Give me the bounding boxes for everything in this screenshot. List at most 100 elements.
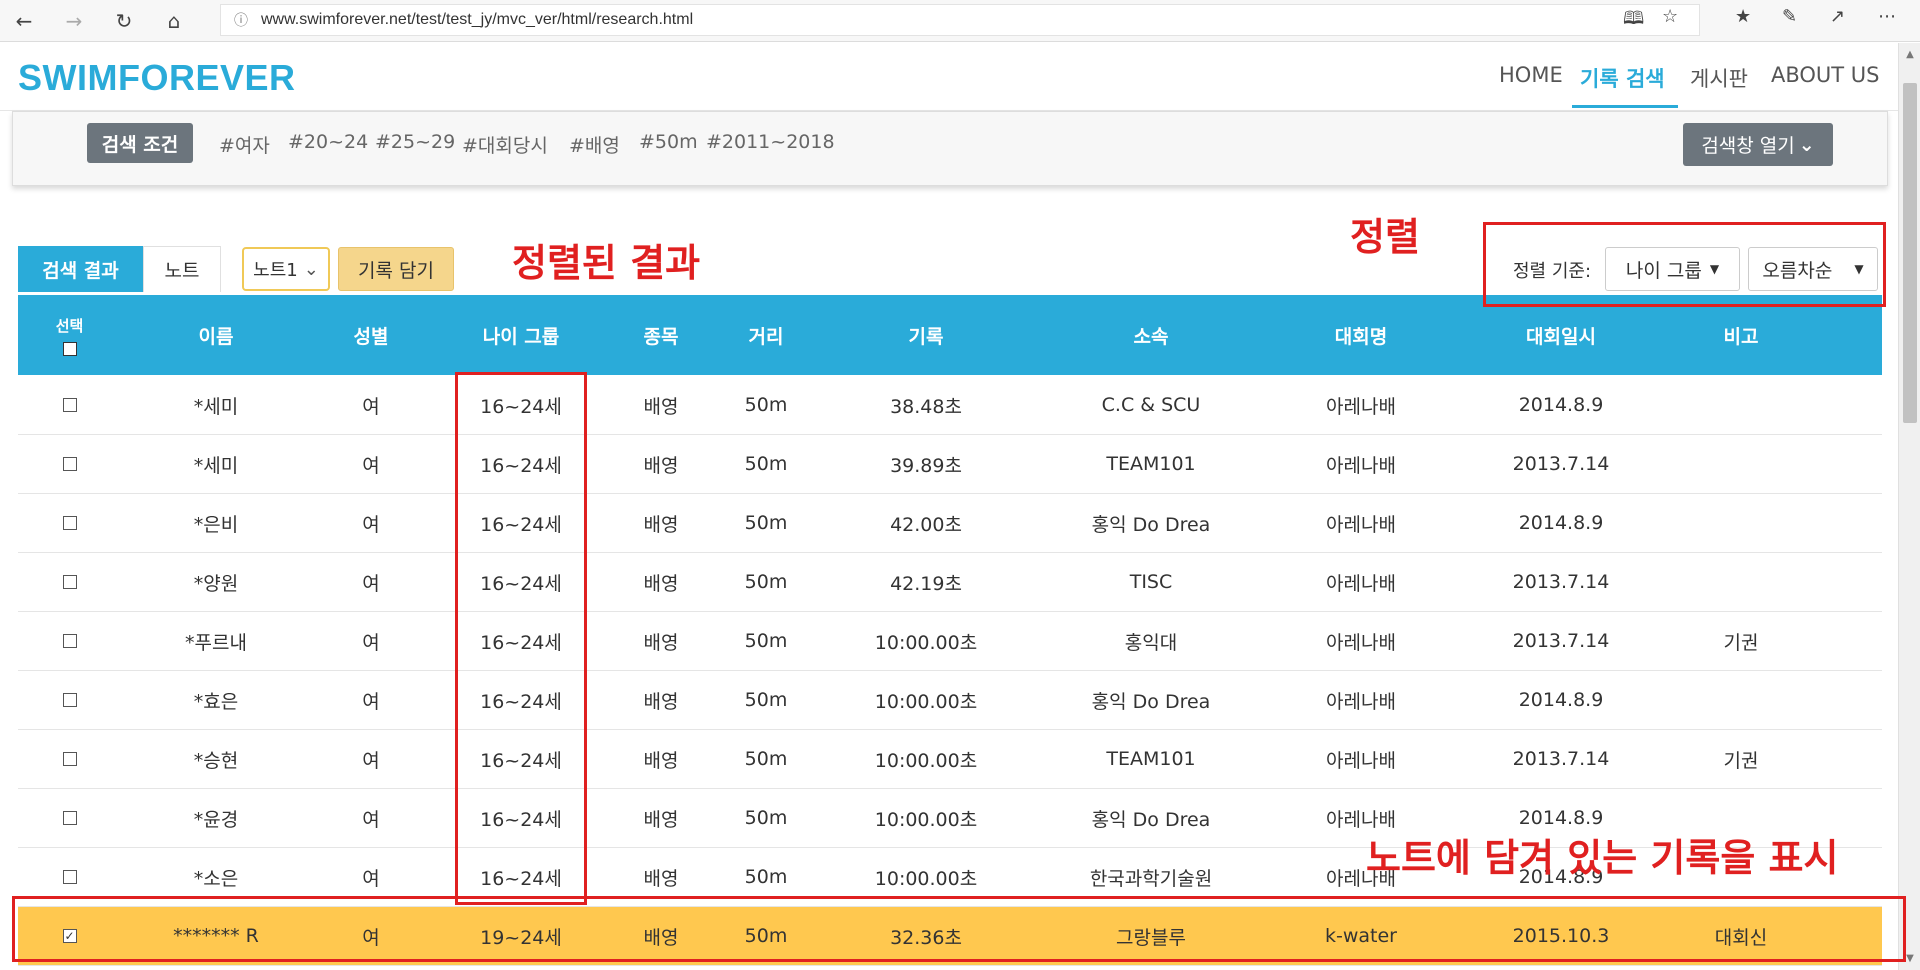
condition-tag: #20~24 (288, 131, 369, 153)
site-header: SWIMFOREVER HOME 기록 검색 게시판 ABOUT US (0, 43, 1898, 111)
browser-toolbar: ← → ↻ ⌂ ⓘ www.swimforever.net/test/test_… (0, 0, 1920, 42)
table-header: 선택 이름 성별 나이 그룹 종목 거리 기록 소속 대회명 대회일시 비고 (18, 295, 1882, 375)
row-checkbox[interactable] (62, 575, 77, 589)
cell-select (18, 730, 121, 788)
pen-icon[interactable]: ✎ (1782, 6, 1797, 27)
nav-board[interactable]: 게시판 (1690, 63, 1748, 93)
cell-event: 배영 (643, 808, 679, 831)
address-bar[interactable]: ⓘ www.swimforever.net/test/test_jy/mvc_v… (220, 4, 1700, 36)
table-row[interactable]: *세미 여 16~24세 배영 50m 38.48초 C.C & SCU 아레나배 2014.8… (18, 376, 1882, 435)
forward-arrow-icon[interactable]: → (60, 7, 88, 35)
condition-tag: #50m (639, 131, 698, 153)
back-arrow-icon[interactable]: ← (10, 7, 38, 35)
scroll-thumb[interactable] (1903, 83, 1917, 423)
condition-tag: #여자 (219, 135, 270, 157)
refresh-icon[interactable]: ↻ (110, 7, 138, 35)
column-header-event[interactable]: 종목 (611, 295, 711, 375)
cell-event: 배영 (643, 690, 679, 713)
cell-record: 10:00.00초 (874, 749, 978, 772)
row-checkbox[interactable] (62, 398, 77, 412)
column-header-age-group[interactable]: 나이 그룹 (431, 295, 611, 375)
select-all-checkbox[interactable] (62, 341, 77, 356)
cell-distance: 50m (744, 453, 788, 475)
cell-team: TEAM101 (1106, 453, 1196, 475)
row-checkbox[interactable] (62, 457, 77, 471)
tab-note[interactable]: 노트 (143, 246, 221, 292)
cell-record: 10:00.00초 (874, 808, 978, 831)
cell-select (18, 435, 121, 493)
cell-note (1671, 671, 1811, 729)
favorites-list-icon[interactable]: ★ (1735, 6, 1751, 27)
reading-view-icon[interactable]: 🕮 (1623, 6, 1644, 36)
add-record-button[interactable]: 기록 담기 (338, 247, 454, 291)
annotation-sort-box (1483, 222, 1886, 307)
chevron-down-icon: ⌄ (303, 258, 319, 280)
scroll-up-icon[interactable]: ▲ (1899, 49, 1920, 60)
page-scrollbar[interactable]: ▲ ▼ (1898, 43, 1920, 970)
column-header-note[interactable]: 비고 (1671, 295, 1811, 375)
cell-event: 배영 (643, 749, 679, 772)
cell-record: 10:00.00초 (874, 631, 978, 654)
cell-name: *양원 (193, 572, 239, 595)
cell-date: 2013.7.14 (1512, 571, 1610, 593)
cell-distance: 50m (744, 689, 788, 711)
cell-event: 배영 (643, 395, 679, 418)
cell-meet: 아레나배 (1326, 572, 1396, 595)
row-checkbox[interactable] (62, 811, 77, 825)
column-header-record[interactable]: 기록 (821, 295, 1031, 375)
cell-name: *효은 (193, 690, 239, 713)
nav-record-search[interactable]: 기록 검색 (1580, 63, 1665, 93)
cell-name: *은비 (193, 513, 239, 536)
condition-tag: #배영 (569, 135, 620, 157)
table-row[interactable]: *양원 여 16~24세 배영 50m 42.19초 TISC 아레나배 2013.7.14 (18, 553, 1882, 612)
row-checkbox[interactable] (62, 634, 77, 648)
cell-record: 39.89초 (890, 454, 962, 477)
cell-name: *푸르내 (185, 631, 247, 654)
share-icon[interactable]: ↗ (1830, 6, 1845, 27)
cell-event: 배영 (643, 454, 679, 477)
column-header-team[interactable]: 소속 (1031, 295, 1271, 375)
table-row[interactable]: *푸르내 여 16~24세 배영 50m 10:00.00초 홍익대 아레나배 2013.7.1… (18, 612, 1882, 671)
table-row[interactable]: *효은 여 16~24세 배영 50m 10:00.00초 홍익 Do Drea 아레나배 20… (18, 671, 1882, 730)
cell-meet: 아레나배 (1326, 395, 1396, 418)
cell-name: *세미 (193, 395, 239, 418)
column-header-gender[interactable]: 성별 (311, 295, 431, 375)
home-icon[interactable]: ⌂ (160, 7, 188, 35)
row-checkbox[interactable] (62, 752, 77, 766)
favorite-star-icon[interactable]: ☆ (1662, 6, 1678, 27)
table-row[interactable]: *은비 여 16~24세 배영 50m 42.00초 홍익 Do Drea 아레나배 2014.… (18, 494, 1882, 553)
cell-record: 38.48초 (890, 395, 962, 418)
cell-meet: 아레나배 (1326, 749, 1396, 772)
nav-home[interactable]: HOME (1499, 63, 1563, 87)
cell-gender: 여 (362, 749, 380, 772)
row-checkbox[interactable] (62, 693, 77, 707)
cell-event: 배영 (643, 513, 679, 536)
cell-distance: 50m (744, 394, 788, 416)
more-icon[interactable]: ⋯ (1878, 6, 1896, 27)
annotation-age-column-box (455, 372, 587, 905)
cell-meet: 아레나배 (1326, 513, 1396, 536)
site-logo[interactable]: SWIMFOREVER (18, 57, 296, 99)
column-header-name[interactable]: 이름 (121, 295, 311, 375)
column-header-date[interactable]: 대회일시 (1451, 295, 1671, 375)
cell-record: 10:00.00초 (874, 690, 978, 713)
cell-event: 배영 (643, 631, 679, 654)
row-checkbox[interactable] (62, 516, 77, 530)
column-header-distance[interactable]: 거리 (711, 295, 821, 375)
annotation-note-records: 노트에 담겨 있는 기록을 표시 (1366, 836, 1839, 880)
cell-gender: 여 (362, 808, 380, 831)
info-icon[interactable]: ⓘ (221, 10, 261, 30)
cell-name: *윤경 (193, 808, 239, 831)
table-row[interactable]: *세미 여 16~24세 배영 50m 39.89초 TEAM101 아레나배 2013.7.1… (18, 435, 1882, 494)
cell-team: TEAM101 (1106, 748, 1196, 770)
row-checkbox[interactable] (62, 870, 77, 884)
column-header-meet[interactable]: 대회명 (1271, 295, 1451, 375)
cell-team: 홍익 Do Drea (1091, 690, 1211, 713)
note-select-value: 노트1 (253, 260, 298, 281)
note-select[interactable]: 노트1 ⌄ (242, 247, 330, 291)
cell-gender: 여 (362, 572, 380, 595)
nav-about-us[interactable]: ABOUT US (1771, 63, 1880, 87)
open-search-button[interactable]: 검색창 열기 ⌄ (1683, 123, 1833, 166)
tab-search-results[interactable]: 검색 결과 (18, 246, 143, 292)
table-row[interactable]: *승현 여 16~24세 배영 50m 10:00.00초 TEAM101 아레나배 2013.… (18, 730, 1882, 789)
